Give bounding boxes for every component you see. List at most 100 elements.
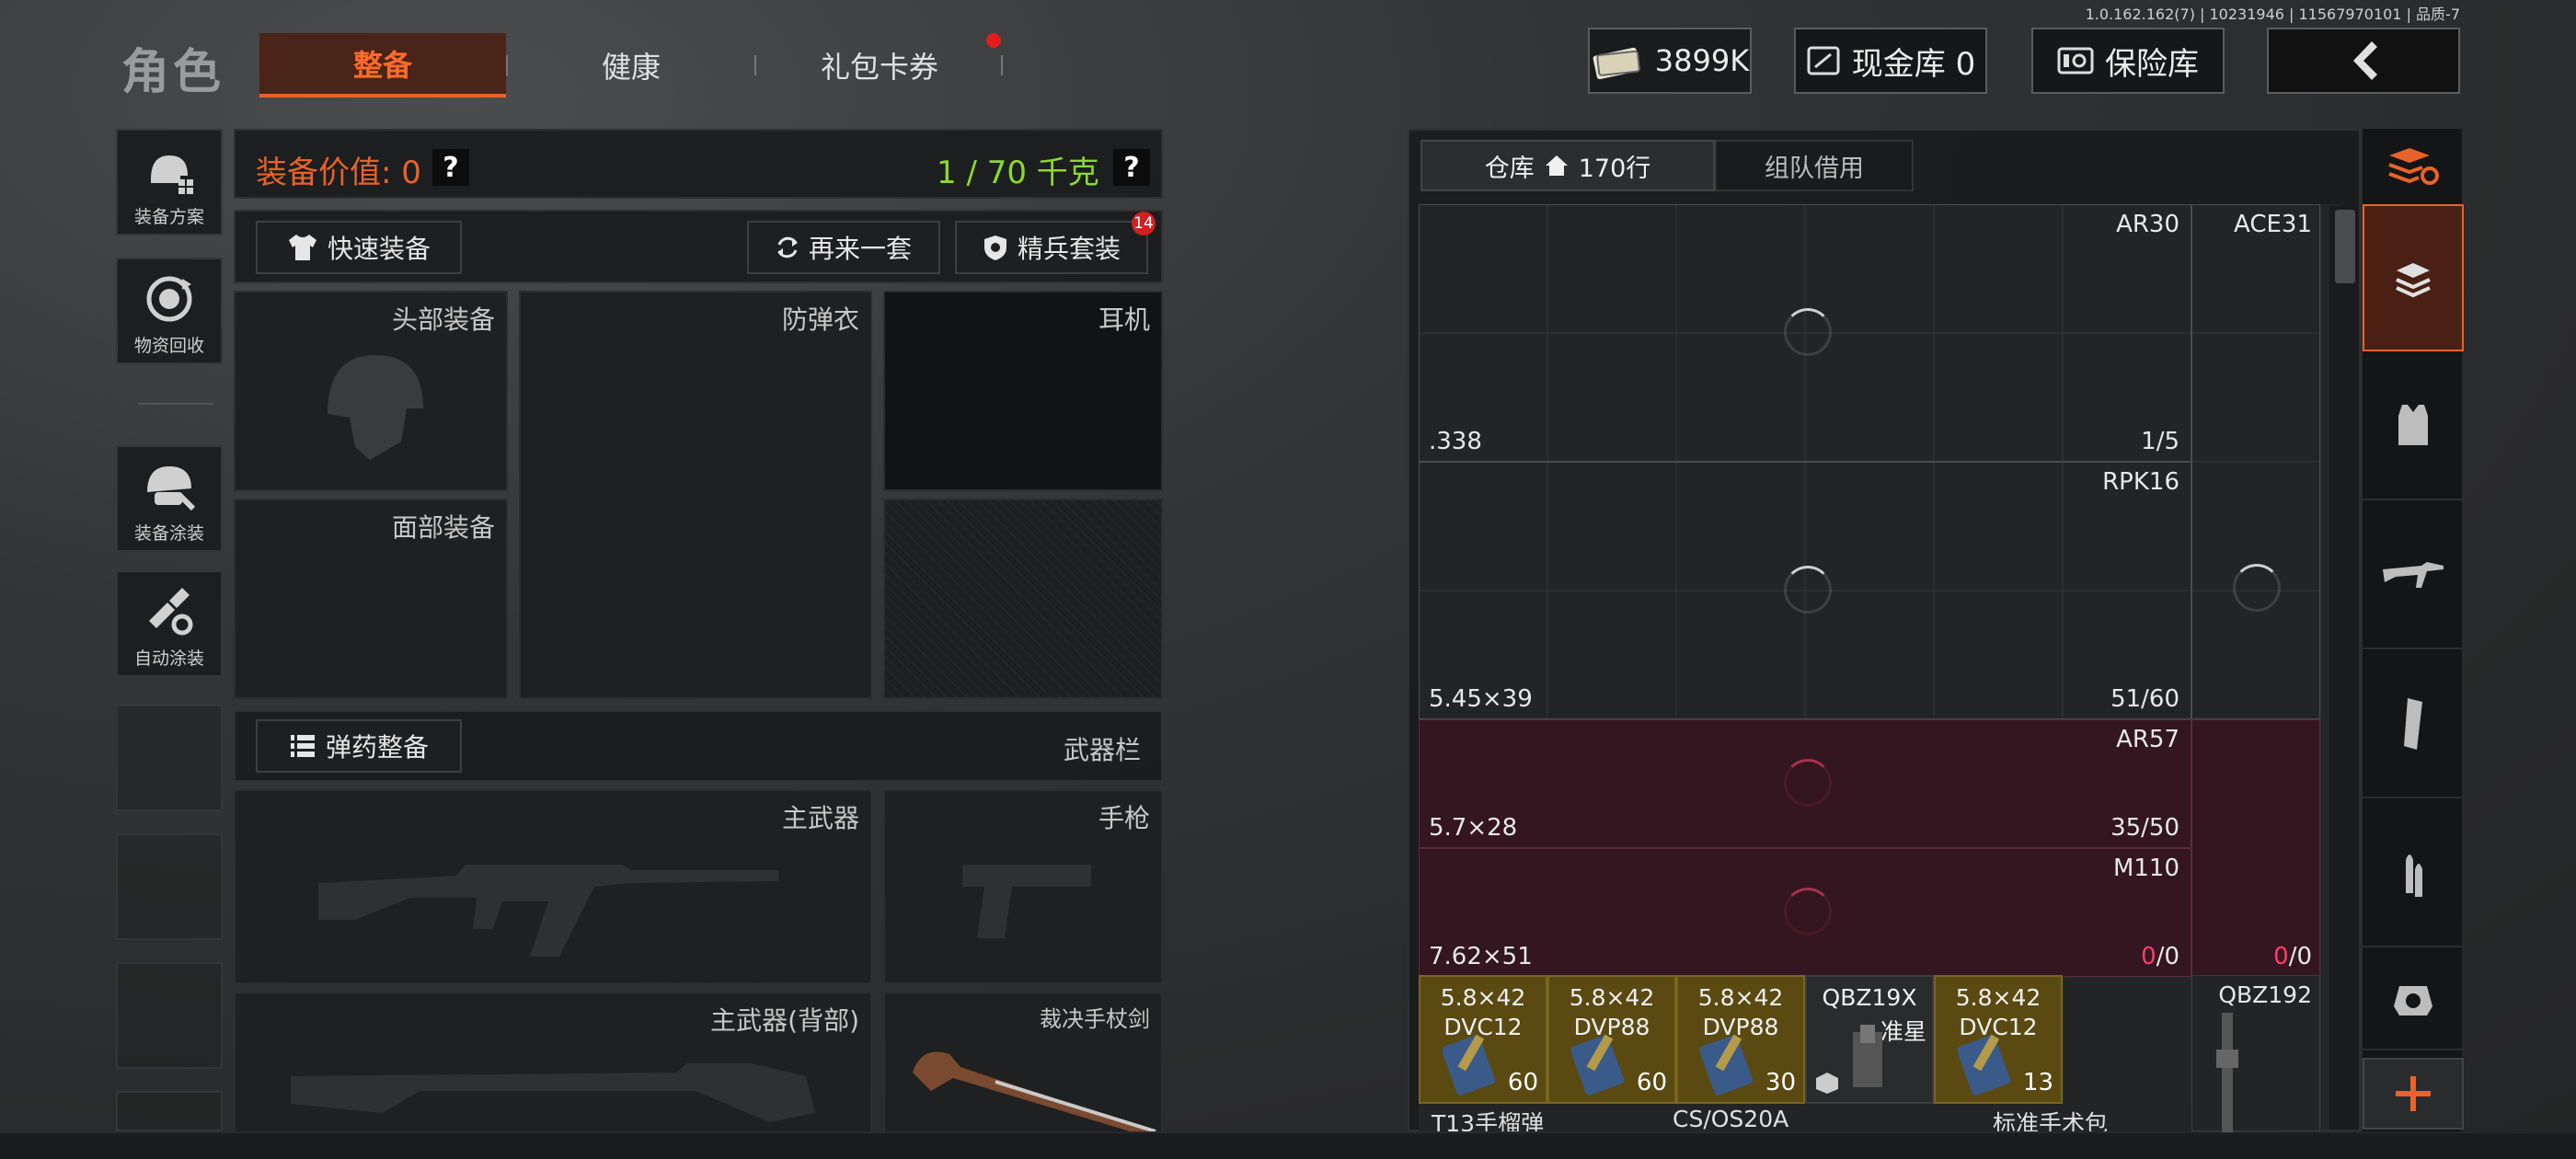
value-help-icon[interactable]: ?	[432, 149, 469, 186]
sidebar-empty-slot	[116, 705, 223, 811]
item-ar57[interactable]: AR57 5.7×28 35/50	[1419, 719, 2191, 848]
item-name: RPK16	[2102, 468, 2179, 496]
tab-team-borrow[interactable]: 组队借用	[1715, 140, 1914, 191]
tab-health[interactable]: 健康	[508, 33, 754, 98]
rifle-back-icon	[291, 1063, 815, 1122]
storage-rows: 170行	[1578, 154, 1651, 183]
category-armor[interactable]	[2363, 353, 2464, 500]
ammo-caliber: 5.8×42	[1569, 984, 1655, 1011]
reroll-button[interactable]: 再来一套	[747, 221, 940, 274]
safe-icon	[2057, 47, 2094, 75]
item-name: AR30	[2116, 211, 2179, 238]
item-name[interactable]: 标准手术包	[1993, 1106, 2108, 1131]
slot-melee[interactable]: 裁决手杖剑	[883, 992, 1163, 1131]
ammo-item[interactable]: 5.8×42 DVP88 30	[1676, 975, 1805, 1104]
item-count: 0/0	[2273, 943, 2312, 970]
item-ace31[interactable]: ACE31	[2191, 204, 2320, 719]
item-name: M110	[2112, 855, 2179, 882]
slot-locked	[883, 499, 1163, 699]
slot-earpiece[interactable]: 耳机	[883, 291, 1163, 491]
currency-display: 3899K	[1588, 28, 1752, 94]
shield-icon	[983, 235, 1006, 260]
category-magazines[interactable]	[2363, 651, 2464, 798]
bottom-items-row: T13手榴弹 CS/OS20A 标准手术包	[1419, 1104, 2191, 1131]
recycle-icon	[146, 276, 192, 322]
notification-dot	[986, 33, 1001, 48]
ammo-count: 30	[1765, 1069, 1796, 1096]
chevron-left-icon	[2353, 41, 2377, 80]
category-ammo[interactable]	[2363, 800, 2464, 947]
grid-scrollbar[interactable]	[2329, 206, 2359, 1130]
sidebar-empty-slot	[116, 833, 223, 940]
loading-spinner	[1784, 566, 1832, 614]
slot-label: 面部装备	[391, 512, 495, 543]
cane-sword-icon	[913, 1051, 1156, 1131]
item-ar30[interactable]: AR30 .338 1/5	[1419, 204, 2191, 462]
count-max: /0	[2288, 943, 2312, 970]
ammo-equip-label: 弹药整备	[325, 732, 429, 763]
slot-primary-back[interactable]: 主武器(背部)	[234, 992, 872, 1131]
weight-help-icon[interactable]: ?	[1113, 149, 1150, 186]
cash-vault-label: 现金库 0	[1851, 45, 1976, 83]
slot-pistol[interactable]: 手枪	[883, 789, 1163, 984]
slot-head[interactable]: 头部装备	[234, 291, 508, 491]
elite-set-button[interactable]: 精兵套装	[955, 221, 1148, 274]
back-button[interactable]	[2267, 28, 2460, 94]
scrollbar-thumb[interactable]	[2335, 210, 2355, 283]
quick-equip-button[interactable]: 快速装备	[256, 221, 462, 274]
tab-gift-coupons[interactable]: 礼包卡券	[756, 33, 1003, 98]
weapon-bar-label: 武器栏	[1063, 735, 1141, 765]
tab-loadout[interactable]: 整备	[259, 33, 506, 98]
item-caliber: 7.62×51	[1429, 943, 1533, 970]
build-info: 1.0.162.162(7) | 10231946 | 11567970101 …	[2085, 6, 2460, 23]
helmet-grid-icon	[151, 155, 193, 194]
sidebar-divider	[138, 403, 213, 405]
tab-storage[interactable]: 仓库 170行	[1420, 140, 1715, 191]
item-unknown-weapon[interactable]: 0/0	[2191, 719, 2320, 977]
count-max: /0	[2156, 943, 2179, 970]
item-qbz192[interactable]: QBZ192	[2191, 975, 2320, 1132]
refresh-icon	[776, 236, 798, 258]
category-all[interactable]	[2363, 204, 2464, 351]
bottom-bar	[0, 1133, 2576, 1159]
stack-refresh-button[interactable]	[2363, 129, 2464, 202]
item-rpk16[interactable]: RPK16 5.45×39 51/60	[1419, 462, 2191, 719]
ammo-caliber: 5.8×42	[1955, 984, 2041, 1011]
ammo-item[interactable]: 5.8×42 DVC12 60	[1419, 975, 1547, 1104]
slot-label: 防弹衣	[781, 304, 859, 335]
sidebar-equipment-skin[interactable]: 装备涂装	[116, 445, 223, 552]
item-name[interactable]: T13手榴弹	[1432, 1106, 1544, 1131]
add-button[interactable]	[2363, 1058, 2464, 1130]
item-caliber: .338	[1429, 428, 1482, 455]
safe-box-button[interactable]: 保险库	[2031, 28, 2225, 94]
slot-label: 头部装备	[391, 304, 495, 335]
item-m110[interactable]: M110 7.62×51 0/0	[1419, 848, 2191, 977]
sidebar-loadout-plan[interactable]: 装备方案	[116, 129, 223, 235]
count-current: 0	[2141, 943, 2156, 970]
ammo-count: 13	[2022, 1069, 2053, 1096]
ammo-item[interactable]: 5.8×42 DVP88 60	[1547, 975, 1676, 1104]
loadout-panel: 装备价值: 0 ? 1 / 70 千克 ? 快速装备 再来一套 精兵套装 14 …	[234, 129, 1163, 1131]
sidebar-recycle[interactable]: 物资回收	[116, 258, 223, 364]
ammo-item[interactable]: 5.8×42 DVC12 13	[1934, 975, 2063, 1104]
slot-primary[interactable]: 主武器	[234, 789, 872, 984]
category-attachments[interactable]	[2363, 949, 2464, 1050]
page-title: 角色	[121, 45, 225, 100]
slot-armor[interactable]: 防弹衣	[519, 291, 872, 699]
item-name[interactable]: CS/OS20A	[1673, 1106, 1788, 1131]
cash-vault-button[interactable]: 现金库 0	[1794, 28, 1987, 94]
vault-icon	[1807, 46, 1840, 75]
ammo-caliber: 5.8×42	[1440, 984, 1526, 1011]
ammo-equip-button[interactable]: 弹药整备	[256, 719, 462, 773]
slot-face[interactable]: 面部装备	[234, 499, 508, 699]
loading-spinner	[2233, 564, 2281, 612]
ammo-box-icon	[1958, 1034, 2011, 1096]
loading-spinner	[1784, 759, 1832, 807]
category-rifles[interactable]	[2363, 502, 2464, 649]
stack-icon	[2396, 263, 2431, 298]
sidebar-auto-skin[interactable]: 自动涂装	[116, 570, 223, 677]
ammo-box-icon	[1443, 1034, 1496, 1096]
slot-label: 耳机	[1098, 304, 1150, 335]
elite-set-label: 精兵套装	[1017, 234, 1121, 264]
ammo-item-sight[interactable]: QBZ19X 准星	[1805, 975, 1934, 1104]
